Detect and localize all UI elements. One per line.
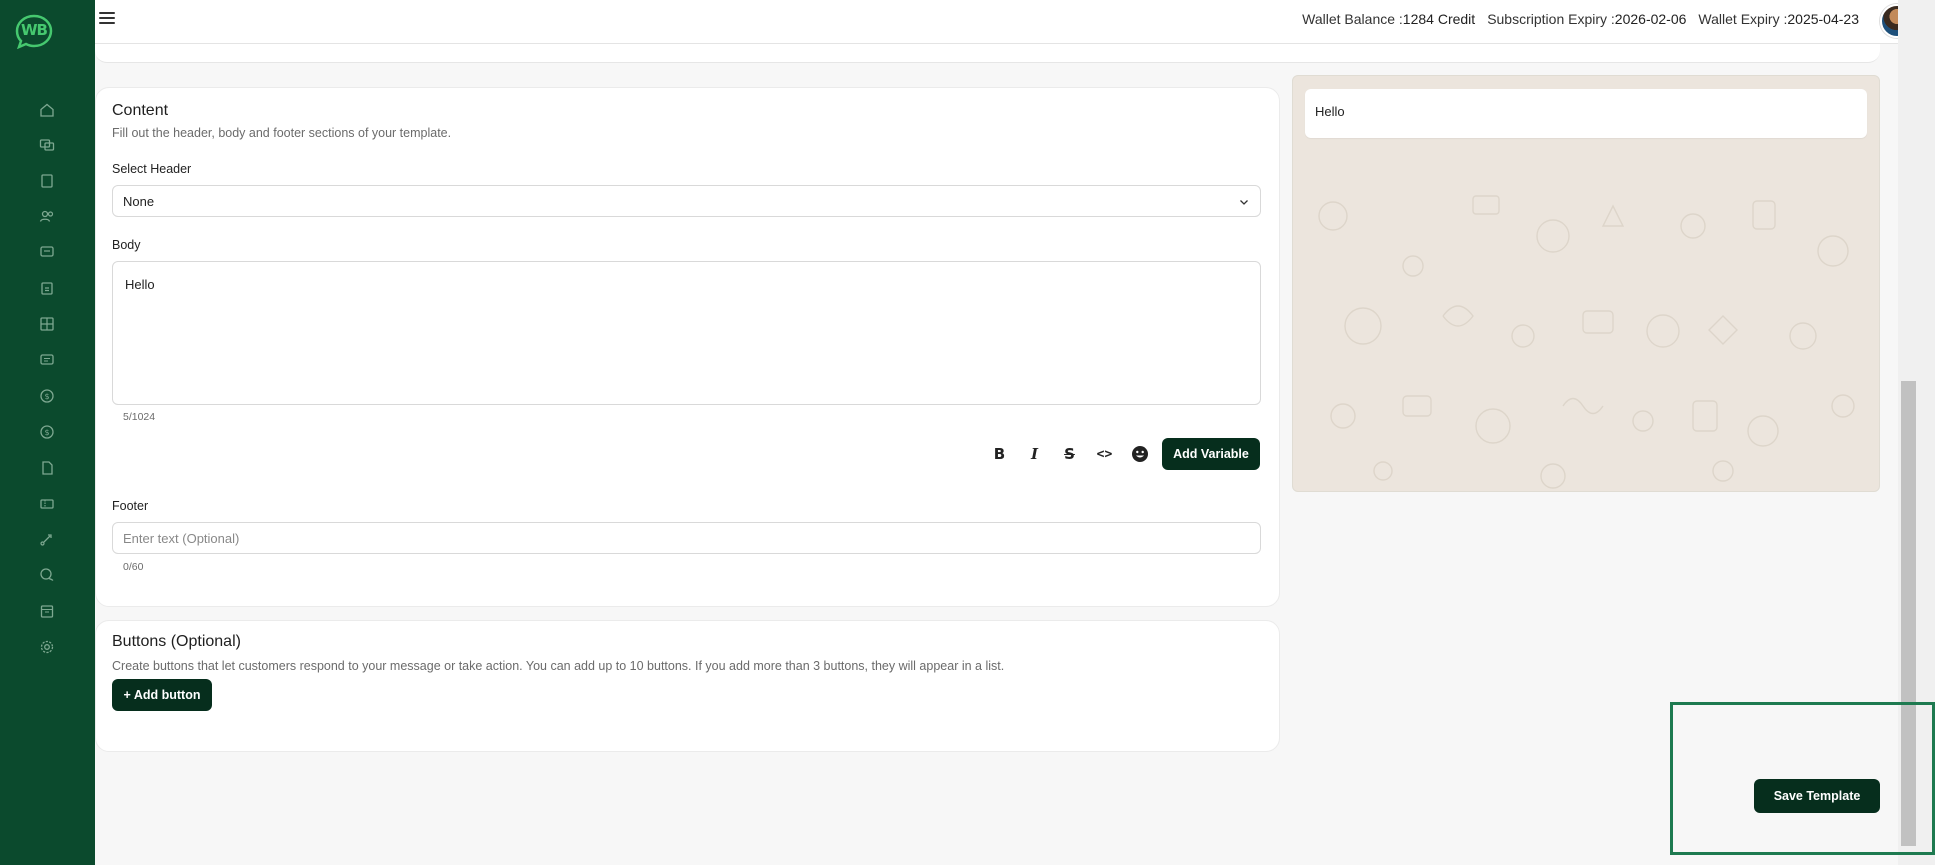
chevron-down-icon xyxy=(1240,200,1248,205)
footer-input[interactable]: Enter text (Optional) xyxy=(112,522,1261,554)
chats-icon xyxy=(39,139,55,151)
sidebar-item-chat[interactable] xyxy=(37,350,57,370)
dollar-circle-icon: $ xyxy=(40,425,54,439)
emoji-button[interactable] xyxy=(1127,442,1152,467)
svg-text:$: $ xyxy=(44,428,49,437)
chat-wallpaper-pattern xyxy=(1318,195,1855,489)
content-subtitle: Fill out the header, body and footer sec… xyxy=(112,126,452,140)
svg-text:$: $ xyxy=(44,392,49,401)
conversation-icon xyxy=(40,568,54,581)
body-label: Body xyxy=(112,238,141,252)
header-select[interactable]: None xyxy=(112,185,1261,217)
add-variable-button[interactable]: Add Variable xyxy=(1162,438,1260,470)
home-icon xyxy=(40,103,54,117)
footer-label: Footer xyxy=(112,499,149,513)
buttons-card: Buttons (Optional) Create buttons that l… xyxy=(95,620,1280,752)
top-bar: Wallet Balance :1284 Credit Subscription… xyxy=(95,0,1935,44)
logo-text: WB xyxy=(21,21,48,39)
body-char-counter: 5/1024 xyxy=(123,411,156,423)
route-icon xyxy=(40,534,52,546)
sidebar-item-book[interactable] xyxy=(37,171,57,191)
sidebar-item-calendar[interactable] xyxy=(37,601,57,621)
sidebar-item-flows[interactable] xyxy=(37,529,57,549)
buttons-title: Buttons (Optional) xyxy=(112,633,241,650)
sidebar-item-settings[interactable] xyxy=(37,637,57,657)
save-template-button[interactable]: Save Template xyxy=(1754,779,1880,813)
strikethrough-button[interactable]: S xyxy=(1057,442,1082,467)
subscription-expiry: Subscription Expiry :2026-02-06 xyxy=(1487,11,1687,27)
emoji-icon xyxy=(1131,446,1148,462)
ticket-icon xyxy=(40,499,54,509)
grid-icon xyxy=(40,317,54,331)
previous-card-edge xyxy=(95,44,1880,63)
header-label: Select Header xyxy=(112,162,192,176)
content-card: Content Fill out the header, body and fo… xyxy=(95,87,1280,607)
wallet-expiry: Wallet Expiry :2025-04-23 xyxy=(1698,11,1859,27)
footer-char-counter: 0/60 xyxy=(123,561,144,573)
sidebar-item-documents[interactable] xyxy=(37,458,57,478)
sidebar: WB $ $ xyxy=(0,0,95,865)
book-icon xyxy=(41,174,53,188)
italic-button[interactable]: I xyxy=(1022,442,1047,467)
code-button[interactable]: <> xyxy=(1092,442,1117,467)
dollar-icon: $ xyxy=(40,389,54,403)
settings-icon xyxy=(40,640,54,654)
menu-toggle-icon[interactable] xyxy=(99,12,115,26)
sidebar-item-billing[interactable]: $ xyxy=(37,386,57,406)
header-select-value: None xyxy=(123,194,155,209)
sidebar-item-tickets[interactable] xyxy=(37,494,57,514)
sidebar-item-clipboard[interactable] xyxy=(37,278,57,298)
calendar-icon xyxy=(40,605,54,618)
body-textarea[interactable]: Hello xyxy=(112,261,1261,405)
sidebar-item-chats[interactable] xyxy=(37,135,57,155)
clipboard-icon xyxy=(41,282,53,295)
content-title: Content xyxy=(112,102,169,119)
message-icon xyxy=(40,246,54,257)
message-preview: Hello xyxy=(1292,75,1880,492)
bold-button[interactable]: B xyxy=(987,442,1012,467)
sidebar-item-contacts[interactable] xyxy=(37,206,57,226)
document-icon xyxy=(42,461,53,475)
chat-bubble-icon xyxy=(40,354,54,365)
contacts-icon xyxy=(39,210,54,222)
sidebar-item-conversations[interactable] xyxy=(37,565,57,585)
sidebar-item-messages[interactable] xyxy=(37,242,57,262)
buttons-subtitle: Create buttons that let customers respon… xyxy=(112,659,1005,673)
sidebar-item-payments[interactable]: $ xyxy=(37,422,57,442)
sidebar-item-home[interactable] xyxy=(37,100,57,120)
account-stats: Wallet Balance :1284 Credit Subscription… xyxy=(1302,11,1859,27)
format-toolbar: B I S <> Add Variable xyxy=(987,438,1260,470)
sidebar-item-grid[interactable] xyxy=(37,314,57,334)
wallet-balance: Wallet Balance :1284 Credit xyxy=(1302,11,1476,27)
add-button[interactable]: + Add button xyxy=(112,679,212,711)
preview-message-bubble: Hello xyxy=(1305,89,1867,138)
brand-logo[interactable]: WB xyxy=(14,13,54,49)
